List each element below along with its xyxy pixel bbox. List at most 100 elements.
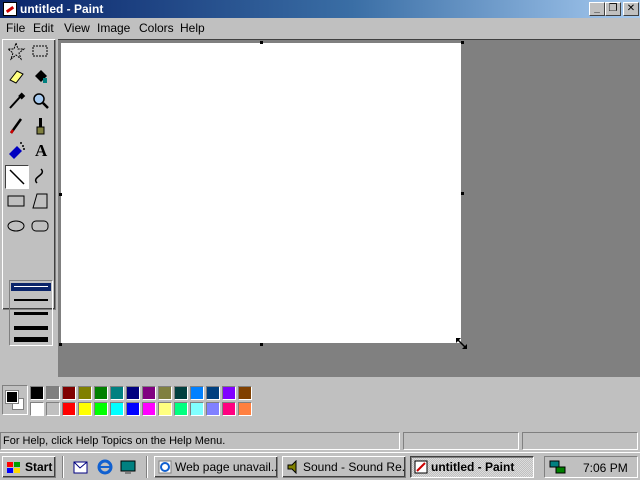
text-tool[interactable]: A <box>29 140 53 164</box>
palette-swatch[interactable] <box>238 402 252 416</box>
menu-file[interactable]: File <box>6 21 25 35</box>
menu-edit[interactable]: Edit <box>33 21 54 35</box>
rounded-rectangle-icon <box>31 220 49 232</box>
palette-swatch[interactable] <box>78 386 92 400</box>
resize-handle-right[interactable] <box>461 192 464 195</box>
palette-swatch[interactable] <box>190 402 204 416</box>
airbrush-icon <box>9 142 25 159</box>
maximize-button[interactable]: ❐ <box>605 2 621 16</box>
clock[interactable]: 7:06 PM <box>583 461 628 475</box>
airbrush-tool[interactable] <box>5 140 29 164</box>
menu-help[interactable]: Help <box>180 21 205 35</box>
pick-color-tool[interactable] <box>5 90 29 114</box>
taskbar: Start Web page unavail... Sound - Sound … <box>0 452 640 480</box>
palette-swatch[interactable] <box>110 402 124 416</box>
palette-swatch[interactable] <box>222 402 236 416</box>
eyedropper-icon <box>9 92 26 109</box>
line-width-4[interactable] <box>14 326 48 330</box>
line-width-1[interactable] <box>14 286 48 287</box>
palette-swatch[interactable] <box>142 402 156 416</box>
resize-handle-bottom[interactable] <box>260 343 263 346</box>
taskbar-separator <box>146 456 148 478</box>
menu-image[interactable]: Image <box>97 21 130 35</box>
palette-swatch[interactable] <box>110 386 124 400</box>
pencil-icon <box>9 118 23 134</box>
task-label: Sound - Sound Re... <box>303 460 406 474</box>
eraser-tool[interactable] <box>5 65 29 89</box>
show-desktop-icon[interactable] <box>119 458 137 476</box>
palette-swatch[interactable] <box>94 386 108 400</box>
palette-swatch[interactable] <box>238 386 252 400</box>
status-bar: For Help, click Help Topics on the Help … <box>0 431 640 451</box>
line-width-2[interactable] <box>14 299 48 301</box>
close-button[interactable]: ✕ <box>623 2 639 16</box>
line-width-3[interactable] <box>14 312 48 315</box>
palette-swatch[interactable] <box>30 386 44 400</box>
palette-swatch[interactable] <box>62 386 76 400</box>
palette-swatch[interactable] <box>46 386 60 400</box>
line-width-5[interactable] <box>14 337 48 342</box>
brush-icon <box>36 118 45 135</box>
taskbar-separator <box>62 456 64 478</box>
network-icon[interactable] <box>549 459 567 475</box>
drawing-canvas[interactable] <box>61 43 461 343</box>
task-label: Web page unavail... <box>175 460 278 474</box>
line-width-options <box>9 280 53 346</box>
polygon-tool[interactable] <box>29 190 53 214</box>
palette-swatch[interactable] <box>206 402 220 416</box>
color-palette <box>0 381 640 429</box>
selected-width-highlight <box>11 283 51 291</box>
palette-swatch[interactable] <box>206 386 220 400</box>
title-bar[interactable]: untitled - Paint _ ❐ ✕ <box>0 0 640 18</box>
outlook-express-icon[interactable] <box>72 458 90 476</box>
palette-swatch[interactable] <box>94 402 108 416</box>
palette-swatch[interactable] <box>142 386 156 400</box>
task-sound-recorder[interactable]: Sound - Sound Re... <box>282 456 406 478</box>
task-web-page[interactable]: Web page unavail... <box>154 456 278 478</box>
system-tray: 7:06 PM <box>544 456 638 478</box>
free-form-select-tool[interactable] <box>5 40 29 64</box>
current-colors[interactable] <box>2 385 28 415</box>
brush-tool[interactable] <box>29 115 53 139</box>
palette-swatch[interactable] <box>158 402 172 416</box>
ie-page-icon <box>158 460 172 474</box>
palette-swatch[interactable] <box>78 402 92 416</box>
ellipse-tool[interactable] <box>5 215 29 239</box>
internet-explorer-icon[interactable] <box>96 458 114 476</box>
palette-swatch[interactable] <box>190 386 204 400</box>
sound-recorder-icon <box>287 460 297 474</box>
toolbox: A <box>2 39 56 346</box>
start-button[interactable]: Start <box>2 456 56 478</box>
pencil-tool[interactable] <box>5 115 29 139</box>
palette-swatch[interactable] <box>126 386 140 400</box>
palette-swatch[interactable] <box>174 402 188 416</box>
rounded-rectangle-tool[interactable] <box>29 215 53 239</box>
task-paint[interactable]: untitled - Paint <box>410 456 534 478</box>
foreground-color[interactable] <box>5 390 19 404</box>
palette-swatch[interactable] <box>46 402 60 416</box>
paint-app-icon[interactable] <box>3 2 17 16</box>
line-icon <box>9 169 25 185</box>
workspace[interactable] <box>58 39 640 377</box>
eraser-icon <box>9 70 24 84</box>
magnifier-tool[interactable] <box>29 90 53 114</box>
line-tool[interactable] <box>5 165 29 189</box>
status-help-pane: For Help, click Help Topics on the Help … <box>0 432 400 450</box>
palette-swatch[interactable] <box>126 402 140 416</box>
rectangle-tool[interactable] <box>5 190 29 214</box>
palette-swatch[interactable] <box>158 386 172 400</box>
palette-swatch[interactable] <box>62 402 76 416</box>
rectangle-icon <box>7 195 25 207</box>
select-tool[interactable] <box>29 40 53 64</box>
palette-swatch[interactable] <box>30 402 44 416</box>
curve-tool[interactable] <box>29 165 53 189</box>
resize-handle-left <box>59 193 62 196</box>
palette-swatch[interactable] <box>222 386 236 400</box>
minimize-button[interactable]: _ <box>589 2 605 16</box>
palette-swatch[interactable] <box>174 386 188 400</box>
menu-view[interactable]: View <box>64 21 90 35</box>
fill-tool[interactable] <box>29 65 53 89</box>
menu-colors[interactable]: Colors <box>139 21 174 35</box>
start-label: Start <box>25 460 53 474</box>
resize-cursor-icon[interactable] <box>456 338 468 350</box>
